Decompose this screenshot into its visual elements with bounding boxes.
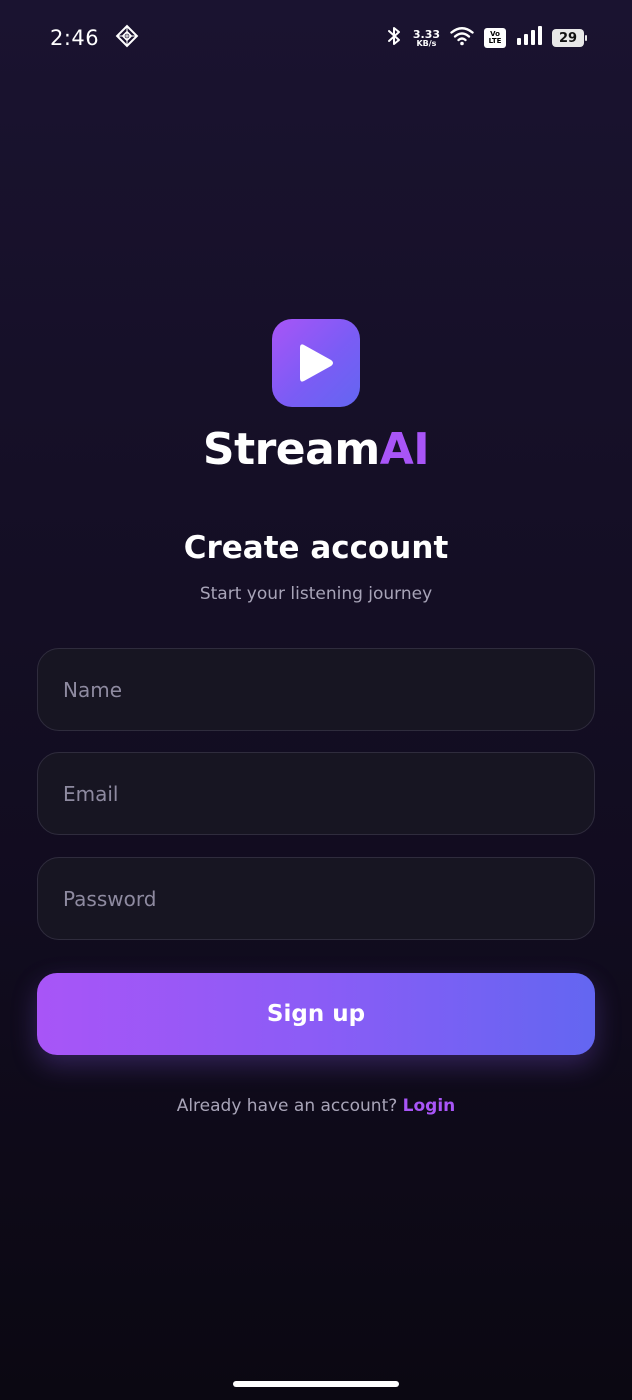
- battery-level: 29: [558, 30, 578, 46]
- app-logo: [272, 319, 360, 407]
- status-right: 3.33 KB/s Vo LTE 29: [385, 24, 587, 52]
- volte-bottom: LTE: [488, 37, 502, 45]
- status-left: 2:46: [50, 24, 139, 52]
- network-speed-unit: KB/s: [416, 38, 437, 48]
- volte-badge: Vo LTE: [484, 28, 506, 48]
- play-icon: [300, 344, 333, 382]
- login-prompt: Already have an account? Login: [0, 1096, 632, 1116]
- login-prompt-text: Already have an account?: [176, 1096, 398, 1116]
- page-title: Create account: [183, 530, 449, 566]
- wifi-icon: [450, 26, 474, 50]
- signal-strength-icon: [516, 26, 542, 50]
- login-link[interactable]: Login: [403, 1096, 456, 1116]
- brand-name-accent: AI: [379, 424, 430, 475]
- status-time: 2:46: [50, 26, 100, 50]
- network-speed: 3.33 KB/s: [413, 29, 440, 48]
- app-notification-icon: [115, 24, 139, 52]
- battery-icon: 29: [552, 29, 587, 47]
- brand-name-main: Stream: [202, 424, 380, 475]
- name-input[interactable]: [37, 648, 595, 731]
- password-input[interactable]: [37, 857, 595, 940]
- home-indicator[interactable]: [233, 1381, 399, 1387]
- bluetooth-icon: [385, 24, 403, 52]
- brand-name: StreamAI: [0, 424, 632, 475]
- sign-up-button[interactable]: Sign up: [37, 973, 595, 1055]
- status-bar: 2:46 3.33 KB/s Vo LTE 29: [0, 0, 632, 76]
- email-input[interactable]: [37, 752, 595, 835]
- network-speed-value: 3.33: [412, 27, 440, 41]
- page-subtitle: Start your listening journey: [199, 584, 433, 604]
